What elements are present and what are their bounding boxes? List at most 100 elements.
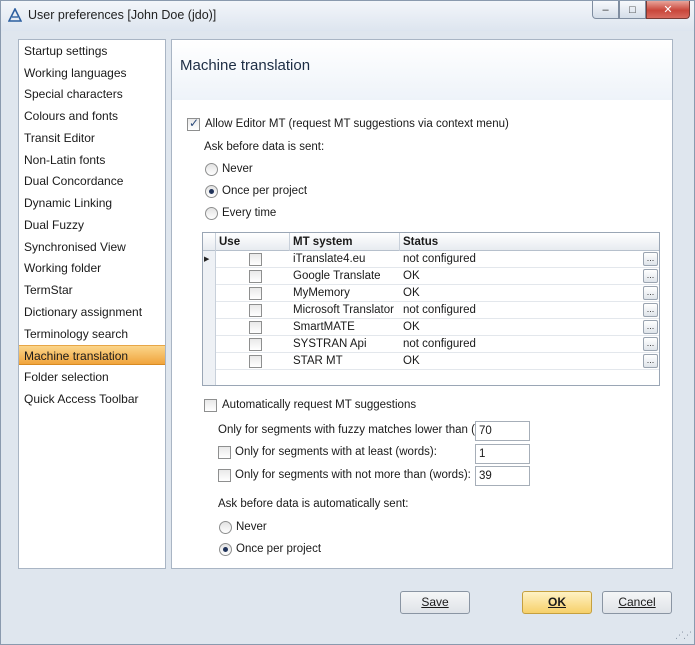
at-least-words-checkbox[interactable]: [218, 446, 231, 459]
column-header-status[interactable]: Status: [400, 233, 659, 251]
fuzzy-threshold-input[interactable]: 70: [475, 421, 530, 441]
auto-ask-once-per-project-radio[interactable]: [219, 543, 232, 556]
row-selector-column: [203, 251, 216, 385]
table-row-new[interactable]: [216, 370, 659, 385]
mt-system-status: not configured: [403, 338, 476, 350]
save-button[interactable]: Save: [400, 591, 470, 614]
nav-item-startup-settings[interactable]: Startup settings: [19, 41, 165, 61]
current-row-indicator-icon: ▶: [204, 256, 210, 263]
grid-corner: [203, 233, 216, 251]
not-more-words-label: Only for segments with not more than (wo…: [235, 469, 471, 481]
column-header-use[interactable]: Use: [216, 233, 290, 251]
nav-item-transit-editor[interactable]: Transit Editor: [19, 128, 165, 148]
use-checkbox[interactable]: [249, 321, 262, 334]
use-checkbox[interactable]: [249, 355, 262, 368]
auto-ask-once-per-project-label: Once per project: [236, 543, 322, 555]
nav-item-colours-and-fonts[interactable]: Colours and fonts: [19, 106, 165, 126]
configure-button[interactable]: ...: [643, 286, 658, 300]
use-checkbox[interactable]: [249, 338, 262, 351]
ok-button-label: OK: [548, 595, 566, 609]
mt-system-name: SYSTRAN Api: [293, 338, 367, 350]
window-title: User preferences [John Doe (jdo)]: [28, 8, 217, 22]
auto-ask-never-radio[interactable]: [219, 521, 232, 534]
table-row[interactable]: STAR MT OK ...: [216, 353, 659, 370]
configure-button[interactable]: ...: [643, 320, 658, 334]
ask-every-time-label: Every time: [222, 207, 277, 219]
settings-nav-list: Startup settings Working languages Speci…: [18, 39, 166, 569]
nav-item-folder-selection[interactable]: Folder selection: [19, 367, 165, 387]
mt-system-status: OK: [403, 355, 420, 367]
resize-grip-icon[interactable]: ⋰⋰: [675, 630, 692, 641]
ask-once-per-project-radio[interactable]: [205, 185, 218, 198]
configure-button[interactable]: ...: [643, 354, 658, 368]
table-row[interactable]: SYSTRAN Api not configured ...: [216, 336, 659, 353]
ok-button[interactable]: OK: [522, 591, 592, 614]
table-row[interactable]: MyMemory OK ...: [216, 285, 659, 302]
table-row[interactable]: Microsoft Translator not configured ...: [216, 302, 659, 319]
nav-item-non-latin-fonts[interactable]: Non-Latin fonts: [19, 150, 165, 170]
fuzzy-threshold-label: Only for segments with fuzzy matches low…: [218, 424, 493, 436]
mt-system-status: OK: [403, 287, 420, 299]
configure-button[interactable]: ...: [643, 337, 658, 351]
ask-never-label: Never: [222, 163, 253, 175]
nav-item-termstar[interactable]: TermStar: [19, 280, 165, 300]
auto-ask-never-label: Never: [236, 521, 267, 533]
nav-item-quick-access-toolbar[interactable]: Quick Access Toolbar: [19, 389, 165, 409]
nav-item-working-folder[interactable]: Working folder: [19, 258, 165, 278]
nav-item-special-characters[interactable]: Special characters: [19, 84, 165, 104]
configure-button[interactable]: ...: [643, 269, 658, 283]
title-bar[interactable]: User preferences [John Doe (jdo)] – □ ✕: [1, 1, 694, 31]
mt-system-status: OK: [403, 321, 420, 333]
cancel-button-label: Cancel: [618, 595, 656, 609]
ask-every-time-radio[interactable]: [205, 207, 218, 220]
at-least-words-label: Only for segments with at least (words):: [235, 446, 437, 458]
not-more-words-input[interactable]: 39: [475, 466, 530, 486]
use-checkbox[interactable]: [249, 287, 262, 300]
close-icon: ✕: [663, 4, 673, 16]
nav-item-machine-translation[interactable]: Machine translation: [19, 345, 165, 365]
mt-system-name: MyMemory: [293, 287, 350, 299]
preferences-window: User preferences [John Doe (jdo)] – □ ✕ …: [0, 0, 695, 645]
table-row[interactable]: ▶ iTranslate4.eu not configured ...: [204, 251, 659, 268]
maximize-icon: □: [629, 3, 636, 16]
use-checkbox[interactable]: [249, 270, 262, 283]
table-row[interactable]: SmartMATE OK ...: [216, 319, 659, 336]
use-checkbox[interactable]: [249, 304, 262, 317]
not-more-words-checkbox[interactable]: [218, 469, 231, 482]
minimize-icon: –: [602, 3, 609, 16]
page-title: Machine translation: [180, 57, 311, 74]
mt-system-status: not configured: [403, 304, 476, 316]
maximize-button[interactable]: □: [619, 1, 646, 19]
app-logo-icon: [8, 8, 22, 22]
auto-request-mt-checkbox[interactable]: [204, 399, 217, 412]
at-least-words-input[interactable]: 1: [475, 444, 530, 464]
mt-system-name: SmartMATE: [293, 321, 355, 333]
close-button[interactable]: ✕: [646, 1, 690, 19]
column-header-mt-system[interactable]: MT system: [290, 233, 400, 251]
mt-system-name: STAR MT: [293, 355, 343, 367]
cancel-button[interactable]: Cancel: [602, 591, 672, 614]
allow-editor-mt-label: Allow Editor MT (request MT suggestions …: [205, 118, 509, 130]
nav-item-dynamic-linking[interactable]: Dynamic Linking: [19, 193, 165, 213]
auto-ask-label: Ask before data is automatically sent:: [218, 498, 409, 510]
mt-systems-grid: Use MT system Status ▶ iTranslate4.eu no…: [202, 232, 660, 386]
nav-item-working-languages[interactable]: Working languages: [19, 63, 165, 83]
mt-system-name: iTranslate4.eu: [293, 253, 366, 265]
nav-item-dictionary-assignment[interactable]: Dictionary assignment: [19, 302, 165, 322]
use-checkbox[interactable]: [249, 253, 262, 266]
mt-system-name: Microsoft Translator: [293, 304, 394, 316]
nav-item-synchronised-view[interactable]: Synchronised View: [19, 237, 165, 257]
nav-item-terminology-search[interactable]: Terminology search: [19, 324, 165, 344]
mt-system-status: not configured: [403, 253, 476, 265]
machine-translation-panel: Machine translation Allow Editor MT (req…: [171, 39, 673, 569]
nav-item-dual-fuzzy[interactable]: Dual Fuzzy: [19, 215, 165, 235]
nav-item-dual-concordance[interactable]: Dual Concordance: [19, 171, 165, 191]
table-row[interactable]: Google Translate OK ...: [216, 268, 659, 285]
ask-never-radio[interactable]: [205, 163, 218, 176]
allow-editor-mt-checkbox[interactable]: [187, 116, 200, 131]
caption-buttons: – □ ✕: [592, 1, 690, 20]
minimize-button[interactable]: –: [592, 1, 619, 19]
mt-system-name: Google Translate: [293, 270, 381, 282]
configure-button[interactable]: ...: [643, 252, 658, 266]
configure-button[interactable]: ...: [643, 303, 658, 317]
